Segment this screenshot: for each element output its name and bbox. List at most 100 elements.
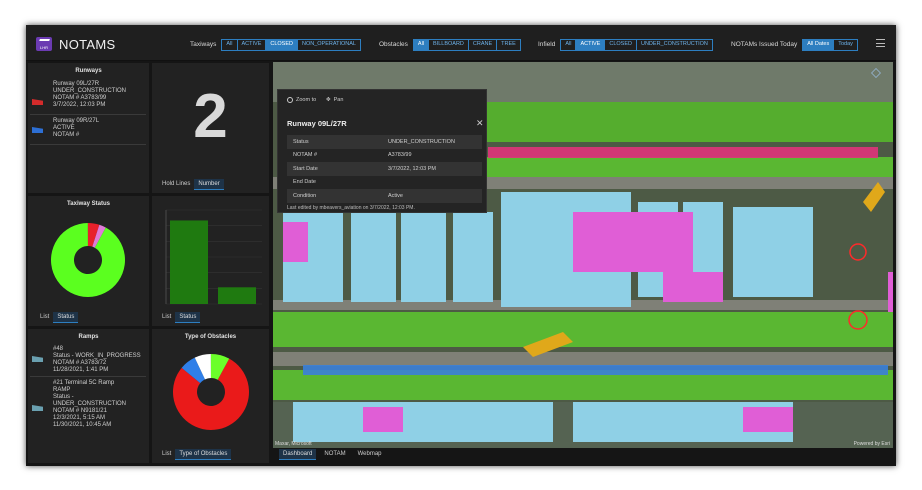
- segmented-control: All ACTIVE CLOSED NON_OPERATIONAL: [221, 38, 361, 51]
- filter-option-button[interactable]: All: [413, 39, 430, 50]
- ramp-line: 12/3/2021, 5:15 AM: [53, 415, 106, 421]
- ramp-line: #48: [53, 346, 64, 352]
- segmented-control: All ACTIVE CLOSED UNDER_CONSTRUCTION: [560, 38, 713, 51]
- field-value: 3/7/2022, 12:03 PM: [382, 162, 482, 176]
- filter-option-button[interactable]: Today: [834, 40, 857, 50]
- teal-flag-icon: [32, 405, 43, 411]
- tab-webmap[interactable]: Webmap: [354, 449, 386, 460]
- ramp-line: Status -: [53, 394, 74, 400]
- popup-attribute-table: Status UNDER_CONSTRUCTION NOTAM # A3783/99…: [287, 135, 482, 203]
- bottom-tab-bar: Dashboard NOTAM Webmap: [279, 449, 390, 460]
- tab-status[interactable]: Status: [53, 312, 79, 323]
- popup-title: Runway 09L/27R: [287, 119, 347, 128]
- obstacles-title: Type of Obstacles: [184, 334, 237, 340]
- blue-flag-icon: [32, 127, 43, 133]
- close-icon[interactable]: ✕: [476, 118, 484, 129]
- segmented-control: All Dates Today: [802, 38, 858, 51]
- filter-option-button[interactable]: BILLBOARD: [429, 39, 469, 50]
- field-value: Active: [382, 189, 482, 203]
- runway-09r-27l[interactable]: [303, 365, 888, 375]
- tab-type-of-obstacles[interactable]: Type of Obstacles: [175, 449, 232, 460]
- field-name: Status: [287, 135, 382, 149]
- runways-panel: Runways Runway 09L/27R UNDER_CONSTRUCTIO…: [28, 63, 149, 193]
- filter-option-button[interactable]: NON_OPERATIONAL: [298, 40, 360, 50]
- bar[interactable]: [218, 287, 256, 304]
- table-row: Condition Active: [287, 189, 482, 203]
- field-value: [382, 176, 482, 190]
- ramp-line: NOTAM # N9181/21: [53, 408, 107, 414]
- ramp-list-item[interactable]: #48 Status - WORK_IN_PROGRESS NOTAM # A3…: [53, 346, 167, 374]
- runway-09l-27r[interactable]: [488, 147, 878, 158]
- tab-notam[interactable]: NOTAM: [320, 449, 349, 460]
- tab-number[interactable]: Number: [194, 179, 224, 190]
- runway-notam: NOTAM # A3783/99: [53, 95, 107, 101]
- filter-option-button[interactable]: ACTIVE: [576, 39, 606, 50]
- ramp-list-item[interactable]: #21 Terminal 5C Ramp RAMP Status - UNDER…: [53, 380, 167, 429]
- taxiway-status-title: Taxiway Status: [67, 201, 110, 207]
- pan-arrows-icon: ✥: [326, 97, 331, 103]
- filter-option-button[interactable]: All: [222, 39, 238, 50]
- ramp-line: 11/28/2021, 1:41 PM: [53, 367, 109, 373]
- pan-button[interactable]: ✥ Pan: [326, 97, 343, 103]
- table-row: Start Date 3/7/2022, 12:03 PM: [287, 162, 482, 176]
- table-row: End Date: [287, 176, 482, 190]
- filter-group-infield: Infield All ACTIVE CLOSED UNDER_CONSTRUCTION: [538, 38, 713, 51]
- field-value: UNDER_CONSTRUCTION: [382, 135, 482, 149]
- filter-label: Infield: [538, 41, 556, 48]
- header-bar: LHR NOTAMS Taxiways All ACTIVE CLOSED NON_OP…: [26, 25, 896, 61]
- filter-option-button[interactable]: CLOSED: [266, 39, 298, 50]
- runway-status: ACTIVE: [53, 125, 75, 131]
- table-row: NOTAM # A3783/99: [287, 149, 482, 163]
- ramp-line: 11/30/2021, 10:45 AM: [53, 422, 112, 428]
- filter-label: NOTAMs Issued Today: [731, 41, 798, 48]
- map-attribution: Maxar, Microsoft: [275, 441, 312, 447]
- taxiway-status-donut-chart: [51, 223, 126, 297]
- ramps-panel: Ramps #48 Status - WORK_IN_PROGRESS NOTA…: [28, 329, 149, 463]
- field-name: End Date: [293, 179, 316, 186]
- runway-list-item[interactable]: Runway 09L/27R UNDER_CONSTRUCTION NOTAM …: [53, 81, 167, 109]
- filter-group-obstacles: Obstacles All BILLBOARD CRANE TREE: [379, 38, 521, 51]
- runway-name: Runway 09R/27L: [53, 118, 100, 124]
- field-value: A3783/99: [388, 152, 412, 159]
- tab-hold-lines[interactable]: Hold Lines: [158, 179, 194, 190]
- zoom-to-label: Zoom to: [296, 97, 317, 103]
- filter-option-button[interactable]: CRANE: [469, 39, 498, 50]
- divider: [30, 144, 146, 145]
- ramp-line: Status - WORK_IN_PROGRESS: [53, 353, 141, 359]
- filter-option-button[interactable]: CLOSED: [605, 39, 637, 50]
- tab-list[interactable]: List: [158, 312, 175, 323]
- status-bar-chart: [165, 209, 262, 305]
- tab-list[interactable]: List: [36, 312, 53, 323]
- field-name: Condition: [287, 189, 382, 203]
- zoom-to-button[interactable]: Zoom to: [287, 97, 316, 103]
- divider: [30, 114, 146, 115]
- obstacles-panel: Type of Obstacles List Type of Obstacles: [152, 329, 269, 463]
- obstacles-donut-chart: [173, 354, 249, 430]
- filter-option-button[interactable]: All Dates: [803, 39, 835, 50]
- table-row: Status UNDER_CONSTRUCTION: [287, 135, 482, 149]
- segmented-control: All BILLBOARD CRANE TREE: [412, 38, 521, 51]
- airplane-logo-icon: LHR: [36, 37, 52, 51]
- runway-status: UNDER_CONSTRUCTION: [53, 88, 127, 94]
- status-bar-panel: List Status: [152, 196, 269, 326]
- app-title: NOTAMS: [59, 37, 116, 52]
- hamburger-menu-icon[interactable]: [876, 39, 885, 47]
- taxiway-status-panel: Taxiway Status List Status: [28, 196, 149, 326]
- filter-option-button[interactable]: UNDER_CONSTRUCTION: [637, 40, 712, 50]
- tab-dashboard[interactable]: Dashboard: [279, 449, 317, 460]
- runway-date: 3/7/2022, 12:03 PM: [53, 102, 106, 108]
- runways-title: Runways: [75, 68, 102, 74]
- filter-option-button[interactable]: TREE: [497, 40, 520, 50]
- airport-map[interactable]: Zoom to ✥ Pan Runway 09L/27R ✕ Status UND…: [273, 62, 893, 448]
- divider: [30, 376, 146, 377]
- bar[interactable]: [170, 220, 208, 304]
- filter-label: Taxiways: [190, 41, 217, 48]
- teal-flag-icon: [32, 356, 43, 362]
- runway-name: Runway 09L/27R: [53, 81, 100, 87]
- tab-status[interactable]: Status: [175, 312, 201, 323]
- hold-lines-count: 2: [193, 82, 228, 151]
- runway-list-item[interactable]: Runway 09R/27L ACTIVE NOTAM #: [53, 118, 167, 139]
- tab-list[interactable]: List: [158, 449, 175, 460]
- filter-option-button[interactable]: All: [561, 39, 577, 50]
- filter-option-button[interactable]: ACTIVE: [238, 39, 267, 50]
